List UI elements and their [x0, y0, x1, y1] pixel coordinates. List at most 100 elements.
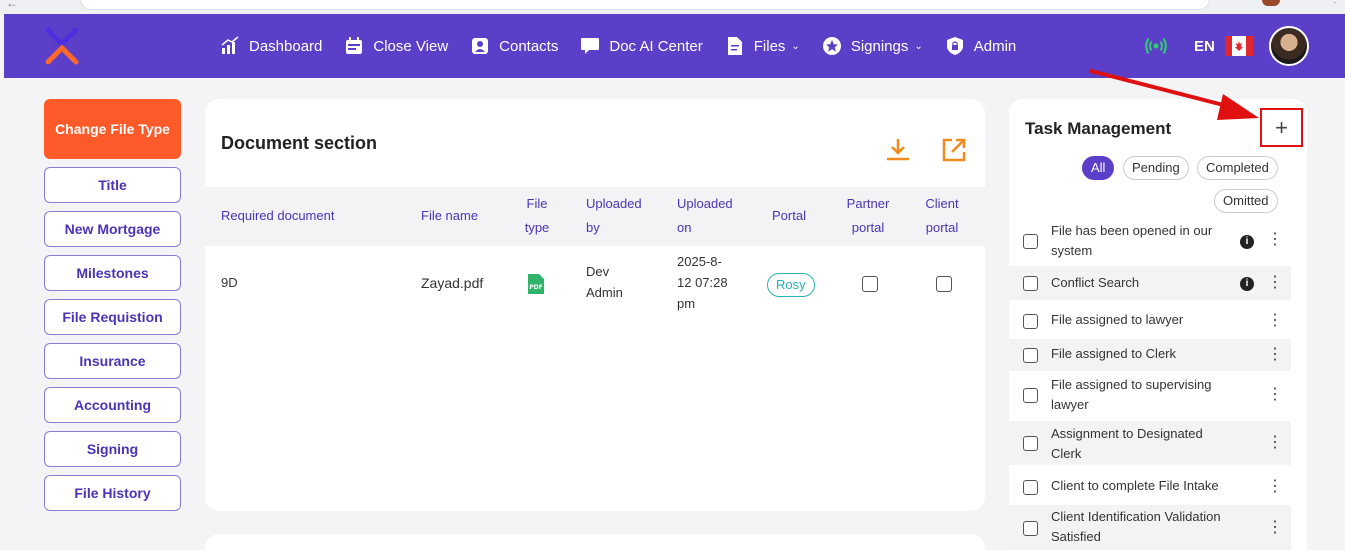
col-file-type[interactable]: File type [523, 192, 551, 240]
table-row[interactable]: 9D Zayad.pdf PDF Dev Admin 2025-8-12 07:… [205, 246, 985, 322]
more-options-icon[interactable]: ⋮ [1267, 232, 1283, 248]
col-required-document[interactable]: Required document [221, 204, 334, 228]
task-checkbox[interactable] [1023, 480, 1038, 495]
sidebar-item-new-mortgage[interactable]: New Mortgage [44, 211, 181, 247]
task-checkbox[interactable] [1023, 436, 1038, 451]
download-icon[interactable] [885, 137, 911, 163]
task-checkbox[interactable] [1023, 234, 1038, 249]
col-partner-portal[interactable]: Partner portal [843, 192, 893, 240]
col-file-name[interactable]: File name [421, 204, 478, 228]
sidebar-item-signing[interactable]: Signing [44, 431, 181, 467]
nav-contacts[interactable]: Contacts [470, 36, 558, 56]
contact-icon [470, 36, 490, 56]
nav-signings[interactable]: Signings ⌄ [822, 36, 923, 56]
document-section-card: Document section Required document File … [205, 99, 985, 511]
task-checkbox[interactable] [1023, 276, 1038, 291]
sidebar-item-title[interactable]: Title [44, 167, 181, 203]
top-navbar: Dashboard Close View Contacts Doc AI Cen… [4, 14, 1345, 78]
filter-pending[interactable]: Pending [1123, 156, 1189, 180]
task-item[interactable]: Assignment to Designated Clerk ⋮ [1009, 421, 1291, 465]
task-item[interactable]: File assigned to lawyer ⋮ [1009, 305, 1291, 337]
open-external-icon[interactable] [941, 137, 967, 163]
more-options-icon[interactable]: ⋮ [1267, 347, 1283, 363]
portal-badge: Rosy [767, 273, 815, 297]
task-management-card: Task Management + All Pending Completed … [1009, 99, 1307, 550]
filter-omitted[interactable]: Omitted [1214, 189, 1278, 213]
col-portal[interactable]: Portal [772, 204, 806, 228]
table-header: Required document File name File type Up… [205, 187, 985, 246]
nav-signings-label: Signings [850, 37, 909, 55]
nav-contacts-label: Contacts [499, 37, 559, 55]
change-file-type-button[interactable]: Change File Type [44, 99, 181, 159]
add-task-highlight: + [1260, 108, 1303, 147]
info-icon[interactable]: i [1240, 277, 1254, 291]
sidebar-item-insurance[interactable]: Insurance [44, 343, 181, 379]
canada-flag-icon[interactable] [1224, 36, 1253, 56]
pdf-file-icon[interactable]: PDF [527, 273, 545, 295]
chart-icon [220, 36, 240, 56]
task-management-title: Task Management [1025, 119, 1172, 138]
app-logo[interactable] [42, 26, 82, 66]
svg-text:PDF: PDF [529, 284, 542, 291]
task-item[interactable]: File has been opened in our system i ⋮ [1009, 219, 1291, 263]
nav-close-view[interactable]: Close View [344, 36, 448, 56]
cell-required-document: 9D [221, 275, 238, 290]
user-avatar[interactable] [1268, 26, 1309, 66]
nav-admin-label: Admin [973, 37, 1017, 55]
task-checkbox[interactable] [1023, 348, 1038, 363]
task-checkbox[interactable] [1023, 314, 1038, 329]
sidebar-item-file-requisition[interactable]: File Requistion [44, 299, 181, 335]
more-options-icon[interactable]: ⋮ [1267, 435, 1283, 451]
browser-profile-icon[interactable] [1262, 0, 1280, 6]
language-selector[interactable]: EN [1194, 38, 1215, 55]
task-label: File assigned to lawyer [1051, 312, 1184, 327]
info-icon[interactable]: i [1240, 235, 1254, 249]
task-label: File assigned to Clerk [1051, 346, 1176, 361]
nav-dashboard-label: Dashboard [249, 37, 323, 55]
filter-all[interactable]: All [1082, 156, 1115, 180]
client-portal-checkbox[interactable] [936, 276, 952, 292]
nav-doc-ai-label: Doc AI Center [609, 37, 703, 55]
nav-close-view-label: Close View [373, 37, 449, 55]
task-label: File assigned to supervising lawyer [1051, 377, 1212, 412]
nav-doc-ai-center[interactable]: Doc AI Center [580, 36, 703, 56]
chevron-down-icon: ⌄ [791, 40, 800, 52]
back-arrow-icon[interactable]: ← [6, 0, 18, 10]
task-label: Conflict Search [1051, 275, 1140, 290]
more-options-icon[interactable]: ⋮ [1267, 313, 1283, 329]
task-item[interactable]: File assigned to supervising lawyer ⋮ [1009, 373, 1291, 417]
task-item[interactable]: File assigned to Clerk ⋮ [1009, 339, 1291, 371]
sidebar-item-milestones[interactable]: Milestones [44, 255, 181, 291]
task-item[interactable]: Client to complete File Intake ⋮ [1009, 471, 1291, 503]
more-options-icon[interactable]: ⋮ [1267, 387, 1283, 403]
col-uploaded-on[interactable]: Uploaded on [677, 192, 739, 240]
sidebar-item-accounting[interactable]: Accounting [44, 387, 181, 423]
col-client-portal[interactable]: Client portal [919, 192, 965, 240]
browser-menu-icon[interactable]: ⋮ [1330, 0, 1340, 6]
task-checkbox[interactable] [1023, 388, 1038, 403]
nav-admin[interactable]: Admin [945, 36, 1017, 56]
task-item[interactable]: Conflict Search i ⋮ [1009, 266, 1291, 300]
partner-portal-checkbox[interactable] [862, 276, 878, 292]
cell-file-name[interactable]: Zayad.pdf [421, 273, 483, 294]
task-label: Client Identification Validation Satisfi… [1051, 509, 1221, 544]
more-options-icon[interactable]: ⋮ [1267, 520, 1283, 536]
task-checkbox[interactable] [1023, 521, 1038, 536]
sidebar-item-file-history[interactable]: File History [44, 475, 181, 511]
signal-icon[interactable] [1144, 34, 1168, 58]
document-section-title: Document section [221, 133, 378, 153]
add-task-button[interactable]: + [1262, 110, 1301, 145]
more-options-icon[interactable]: ⋮ [1267, 479, 1283, 495]
task-label: Client to complete File Intake [1051, 478, 1219, 493]
address-bar[interactable] [80, 0, 1210, 10]
chat-icon [580, 36, 600, 56]
filter-completed[interactable]: Completed [1197, 156, 1278, 180]
lock-icon [945, 36, 965, 56]
task-item[interactable]: Client Identification Validation Satisfi… [1009, 505, 1291, 550]
nav-dashboard[interactable]: Dashboard [220, 36, 322, 56]
more-options-icon[interactable]: ⋮ [1267, 275, 1283, 291]
col-uploaded-by[interactable]: Uploaded by [586, 192, 646, 240]
calendar-icon [344, 36, 364, 56]
secondary-card [205, 534, 985, 550]
nav-files[interactable]: Files ⌄ [725, 36, 800, 56]
